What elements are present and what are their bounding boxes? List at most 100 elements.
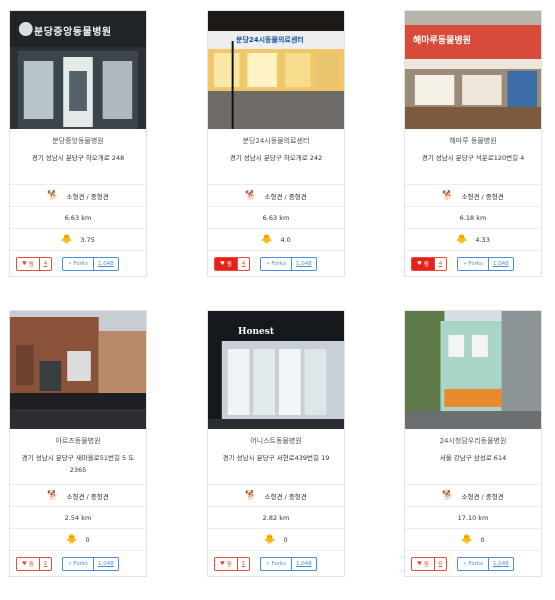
like-button[interactable]: ♥ 찜 4: [16, 256, 53, 271]
action-bar: ♥ 찜 4 ⑂ Forks 1,048: [405, 250, 541, 276]
like-button[interactable]: ♥ 찜 1: [16, 556, 53, 571]
like-count[interactable]: 1: [38, 557, 51, 570]
chick-icon: 🐥: [456, 234, 468, 245]
kind-row: 🐕 소형견 / 중형견: [208, 184, 344, 206]
hospital-card[interactable]: 해마루동물병원 해마루 동물병원 경기 성남시 분당구 석운로120번길 4 🐕…: [404, 10, 542, 277]
dog-icon: 🐕: [245, 490, 257, 501]
kind-text: 소형견 / 중형견: [264, 492, 307, 501]
like-button[interactable]: ♥ 찜 1: [214, 556, 251, 571]
hospital-photo[interactable]: [405, 311, 541, 429]
like-label: 찜: [226, 561, 232, 568]
rating-text: 0: [283, 535, 288, 544]
hospital-card[interactable]: 분당24시동물의료센터 분당24시동물의료센터 경기 성남시 분당구 하오개로 …: [207, 10, 345, 277]
chick-icon: 🐥: [461, 534, 473, 545]
hospital-name: 24시청담우리동물병원: [439, 437, 507, 445]
fork-button[interactable]: ⑂ Forks 1,048: [457, 556, 514, 571]
rating-row: 🐥 0: [10, 528, 146, 550]
hospital-name: 아르즈동물병원: [55, 437, 101, 445]
fork-label: Forks: [468, 560, 483, 567]
rating-row: 🐥 3.75: [10, 228, 146, 250]
heart-icon: ♥: [22, 560, 27, 567]
like-button[interactable]: ♥ 찜 4: [214, 256, 251, 271]
fork-count[interactable]: 1,048: [290, 557, 316, 570]
distance-text: 2.82 km: [262, 513, 290, 522]
kind-row: 🐕 소형견 / 중형견: [10, 184, 146, 206]
hospital-address: 경기 성남시 분당구 하오개로 248: [31, 154, 125, 162]
rating-text: 4.33: [475, 235, 490, 244]
like-button[interactable]: ♥ 찜 0: [411, 556, 448, 571]
fork-icon: ⑂: [266, 260, 270, 267]
distance-row: 17.10 km: [405, 506, 541, 528]
kind-row: 🐕 소형견 / 중형견: [405, 484, 541, 506]
dog-icon: 🐕: [47, 190, 59, 201]
action-bar: ♥ 찜 4 ⑂ Forks 1,048: [10, 250, 146, 276]
like-count[interactable]: 1: [236, 557, 249, 570]
fork-icon: ⑂: [463, 560, 467, 567]
sign-text: 해마루동물병원: [413, 36, 471, 46]
fork-icon: ⑂: [266, 560, 270, 567]
hospital-name: 분당24시동물의료센터: [242, 137, 310, 145]
hospital-address: 경기 성남시 분당구 새마을로51번길 5 도 2365: [21, 454, 135, 474]
rating-row: 🐥 4.33: [405, 228, 541, 250]
sign-text: 분당중앙동물병원: [34, 27, 112, 38]
hospital-photo[interactable]: 분당중앙동물병원: [10, 11, 146, 129]
fork-count[interactable]: 1,048: [290, 257, 316, 270]
fork-button[interactable]: ⑂ Forks 1,048: [62, 256, 119, 271]
hospital-card[interactable]: 분당중앙동물병원 분당중앙동물병원 경기 성남시 분당구 하오개로 248 🐕 …: [9, 10, 147, 277]
like-label: 찜: [28, 261, 34, 268]
distance-text: 6.63 km: [262, 213, 290, 222]
like-label: 찜: [226, 261, 232, 268]
hospital-photo[interactable]: 해마루동물병원: [405, 11, 541, 129]
distance-row: 6.18 km: [405, 206, 541, 228]
kind-text: 소형견 / 중형견: [461, 492, 504, 501]
distance-row: 6.63 km: [10, 206, 146, 228]
fork-button[interactable]: ⑂ Forks 1,048: [260, 256, 317, 271]
chick-icon: 🐥: [61, 234, 73, 245]
like-label: 찜: [423, 261, 429, 268]
fork-button[interactable]: ⑂ Forks 1,048: [62, 556, 119, 571]
hospital-photo[interactable]: Honest: [208, 311, 344, 429]
like-count[interactable]: 0: [433, 557, 446, 570]
action-bar: ♥ 찜 4 ⑂ Forks 1,048: [208, 250, 344, 276]
hospital-card[interactable]: 24시청담우리동물병원 서울 강남구 삼성로 614 🐕 소형견 / 중형견 1…: [404, 310, 542, 577]
distance-text: 6.63 km: [64, 213, 92, 222]
fork-label: Forks: [73, 560, 88, 567]
like-count[interactable]: 4: [38, 257, 51, 270]
sign-text: 분당24시동물의료센터: [236, 36, 304, 44]
kind-row: 🐕 소형견 / 중형견: [10, 484, 146, 506]
action-bar: ♥ 찜 1 ⑂ Forks 1,048: [10, 550, 146, 576]
fork-button[interactable]: ⑂ Forks 1,048: [457, 256, 514, 271]
heart-icon: ♥: [220, 560, 225, 567]
like-button[interactable]: ♥ 찜 4: [411, 256, 448, 271]
kind-row: 🐕 소형견 / 중형견: [208, 484, 344, 506]
hospital-photo[interactable]: [10, 311, 146, 429]
fork-button[interactable]: ⑂ Forks 1,048: [260, 556, 317, 571]
kind-text: 소형견 / 중형견: [264, 192, 307, 201]
distance-row: 2.54 km: [10, 506, 146, 528]
heart-icon: ♥: [417, 260, 422, 267]
heart-icon: ♥: [220, 260, 225, 267]
fork-count[interactable]: 1,048: [92, 257, 118, 270]
kind-text: 소형견 / 중형견: [461, 192, 504, 201]
like-label: 찜: [423, 561, 429, 568]
hospital-card[interactable]: Honest 어니스트동물병원 경기 성남시 분당구 서현로439번길 19 🐕…: [207, 310, 345, 577]
fork-count[interactable]: 1,048: [92, 557, 118, 570]
rating-row: 🐥 0: [405, 528, 541, 550]
hospital-name: 해마루 동물병원: [449, 137, 497, 145]
dog-icon: 🐕: [47, 490, 59, 501]
fork-icon: ⑂: [68, 260, 72, 267]
like-count[interactable]: 4: [433, 257, 446, 270]
fork-count[interactable]: 1,048: [487, 257, 513, 270]
like-label: 찜: [28, 561, 34, 568]
fork-icon: ⑂: [463, 260, 467, 267]
like-count[interactable]: 4: [236, 257, 249, 270]
fork-label: Forks: [271, 260, 286, 267]
rating-row: 🐥 4.0: [208, 228, 344, 250]
distance-row: 2.82 km: [208, 506, 344, 528]
hospital-address: 경기 성남시 분당구 석운로120번길 4: [421, 154, 525, 162]
kind-text: 소형견 / 중형견: [66, 192, 109, 201]
hospital-card[interactable]: 아르즈동물병원 경기 성남시 분당구 새마을로51번길 5 도 2365 🐕 소…: [9, 310, 147, 577]
rating-text: 0: [85, 535, 90, 544]
fork-count[interactable]: 1,048: [487, 557, 513, 570]
hospital-photo[interactable]: 분당24시동물의료센터: [208, 11, 344, 129]
